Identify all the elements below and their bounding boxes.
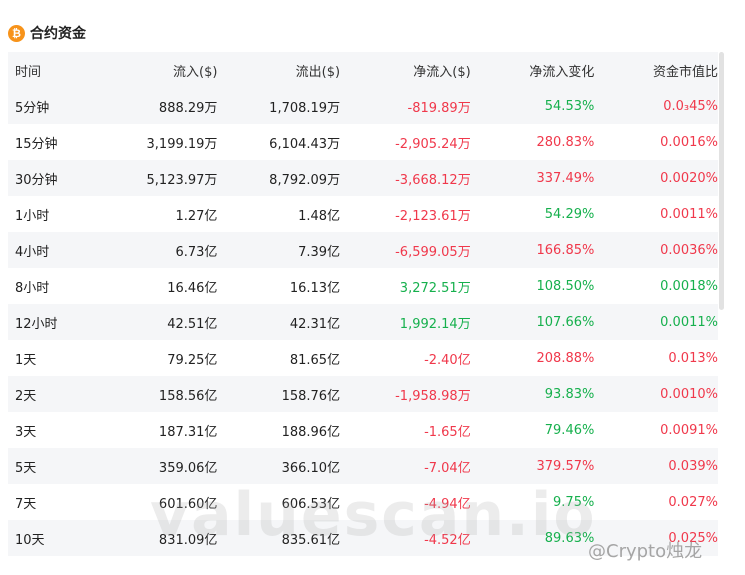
column-header-outflow[interactable]: 流出($) xyxy=(217,61,340,80)
cell-net-change: 208.88% xyxy=(536,350,595,366)
cell-inflow: 359.06亿 xyxy=(158,460,218,476)
cell-inflow: 1.27亿 xyxy=(175,208,218,224)
cell-outflow: 7.39亿 xyxy=(298,244,341,260)
cell-net-change: 337.49% xyxy=(536,170,595,186)
cell-time: 15分钟 xyxy=(15,136,58,152)
cell-net-inflow: -6,599.05万 xyxy=(395,244,471,260)
table-header-row: 时间 流入($) 流出($) 净流入($) 净流入变化 资金市值比 xyxy=(8,52,718,88)
cell-fund-ratio: 0.0020% xyxy=(660,170,718,186)
cell-time: 4小时 xyxy=(15,244,50,260)
table-scrollbar[interactable] xyxy=(719,52,724,310)
cell-net-change: 107.66% xyxy=(536,314,595,330)
cell-net-inflow: -2,123.61万 xyxy=(395,208,471,224)
cell-outflow: 6,104.43万 xyxy=(269,136,341,152)
cell-net-change: 280.83% xyxy=(536,134,595,150)
cell-fund-ratio: 0.0036% xyxy=(660,242,718,258)
column-header-net-change[interactable]: 净流入变化 xyxy=(471,61,594,80)
cell-net-change: 166.85% xyxy=(536,242,595,258)
cell-inflow: 3,199.19万 xyxy=(146,136,218,152)
table-row[interactable]: 8小时 16.46亿 16.13亿 3,272.51万 108.50% 0.0018% xyxy=(8,268,718,304)
cell-inflow: 187.31亿 xyxy=(158,424,218,440)
cell-inflow: 888.29万 xyxy=(158,100,218,116)
watermark: valuescan.io xyxy=(150,480,597,550)
cell-inflow: 16.46亿 xyxy=(167,280,218,296)
cell-fund-ratio: 0.027% xyxy=(668,494,718,510)
cell-time: 30分钟 xyxy=(15,172,58,188)
cell-fund-ratio: 0.013% xyxy=(668,350,718,366)
cell-time: 12小时 xyxy=(15,316,58,332)
column-header-fund-ratio[interactable]: 资金市值比 xyxy=(594,61,718,80)
cell-time: 1天 xyxy=(15,352,37,368)
cell-outflow: 81.65亿 xyxy=(289,352,341,368)
cell-net-inflow: -2.40亿 xyxy=(424,352,471,368)
cell-outflow: 1,708.19万 xyxy=(269,100,341,116)
cell-fund-ratio: 0.0091% xyxy=(660,422,718,438)
cell-inflow: 79.25亿 xyxy=(167,352,218,368)
cell-inflow: 5,123.97万 xyxy=(146,172,218,188)
cell-net-inflow: 1,992.14万 xyxy=(399,316,471,332)
cell-net-inflow: -3,668.12万 xyxy=(395,172,471,188)
cell-fund-ratio: 0.0011% xyxy=(660,206,718,222)
cell-fund-ratio: 0.0016% xyxy=(660,134,718,150)
cell-net-change: 54.53% xyxy=(544,98,595,114)
table-row[interactable]: 3天 187.31亿 188.96亿 -1.65亿 79.46% 0.0091% xyxy=(8,412,718,448)
cell-fund-ratio: 0.0010% xyxy=(660,386,718,402)
cell-outflow: 366.10亿 xyxy=(281,460,341,476)
table-row[interactable]: 1天 79.25亿 81.65亿 -2.40亿 208.88% 0.013% xyxy=(8,340,718,376)
cell-fund-ratio: 0.0011% xyxy=(660,314,718,330)
cell-net-inflow: -2,905.24万 xyxy=(395,136,471,152)
cell-outflow: 188.96亿 xyxy=(281,424,341,440)
cell-outflow: 158.76亿 xyxy=(281,388,341,404)
cell-net-change: 79.46% xyxy=(544,422,595,438)
panel-title: 合约资金 xyxy=(30,26,86,42)
table-row[interactable]: 5分钟 888.29万 1,708.19万 -819.89万 54.53% 0.0₃45% xyxy=(8,88,718,124)
cell-fund-ratio: 0.0₃45% xyxy=(663,98,718,114)
cell-net-inflow: -819.89万 xyxy=(407,100,471,116)
column-header-time[interactable]: 时间 xyxy=(8,61,95,80)
column-header-inflow[interactable]: 流入($) xyxy=(95,61,217,80)
table-row[interactable]: 4小时 6.73亿 7.39亿 -6,599.05万 166.85% 0.0036% xyxy=(8,232,718,268)
cell-fund-ratio: 0.0018% xyxy=(660,278,718,294)
cell-time: 7天 xyxy=(15,496,37,512)
cell-net-inflow: 3,272.51万 xyxy=(399,280,471,296)
cell-inflow: 158.56亿 xyxy=(158,388,218,404)
cell-time: 5分钟 xyxy=(15,100,50,116)
cell-net-inflow: -1.65亿 xyxy=(424,424,471,440)
table-row[interactable]: 12小时 42.51亿 42.31亿 1,992.14万 107.66% 0.0011% xyxy=(8,304,718,340)
cell-inflow: 42.51亿 xyxy=(167,316,218,332)
cell-inflow: 6.73亿 xyxy=(175,244,218,260)
column-header-net-inflow[interactable]: 净流入($) xyxy=(340,61,470,80)
cell-time: 2天 xyxy=(15,388,37,404)
cell-fund-ratio: 0.039% xyxy=(668,458,718,474)
table-row[interactable]: 15分钟 3,199.19万 6,104.43万 -2,905.24万 280.83% 0… xyxy=(8,124,718,160)
cell-net-change: 379.57% xyxy=(536,458,595,474)
cell-outflow: 16.13亿 xyxy=(289,280,341,296)
cell-outflow: 42.31亿 xyxy=(289,316,341,332)
table-row[interactable]: 2天 158.56亿 158.76亿 -1,958.98万 93.83% 0.0010% xyxy=(8,376,718,412)
cell-net-inflow: -7.04亿 xyxy=(424,460,471,476)
table-row[interactable]: 1小时 1.27亿 1.48亿 -2,123.61万 54.29% 0.0011% xyxy=(8,196,718,232)
cell-time: 5天 xyxy=(15,460,37,476)
cell-time: 3天 xyxy=(15,424,37,440)
cell-net-change: 54.29% xyxy=(544,206,595,222)
cell-net-inflow: -1,958.98万 xyxy=(395,388,471,404)
cell-outflow: 1.48亿 xyxy=(298,208,341,224)
cell-time: 1小时 xyxy=(15,208,50,224)
table-row[interactable]: 5天 359.06亿 366.10亿 -7.04亿 379.57% 0.039% xyxy=(8,448,718,484)
contract-funds-panel: ₿ 合约资金 时间 流入($) 流出($) 净流入($) 净流入变化 资金市值比… xyxy=(0,0,745,575)
cell-net-change: 108.50% xyxy=(536,278,595,294)
panel-header: ₿ 合约资金 xyxy=(8,22,86,44)
credit-label: @Crypto烛龙 xyxy=(588,541,703,562)
cell-time: 8小时 xyxy=(15,280,50,296)
table-row[interactable]: 30分钟 5,123.97万 8,792.09万 -3,668.12万 337.49% 0… xyxy=(8,160,718,196)
bitcoin-icon: ₿ xyxy=(8,24,25,42)
cell-net-change: 93.83% xyxy=(544,386,595,402)
cell-outflow: 8,792.09万 xyxy=(269,172,341,188)
cell-time: 10天 xyxy=(15,532,45,548)
